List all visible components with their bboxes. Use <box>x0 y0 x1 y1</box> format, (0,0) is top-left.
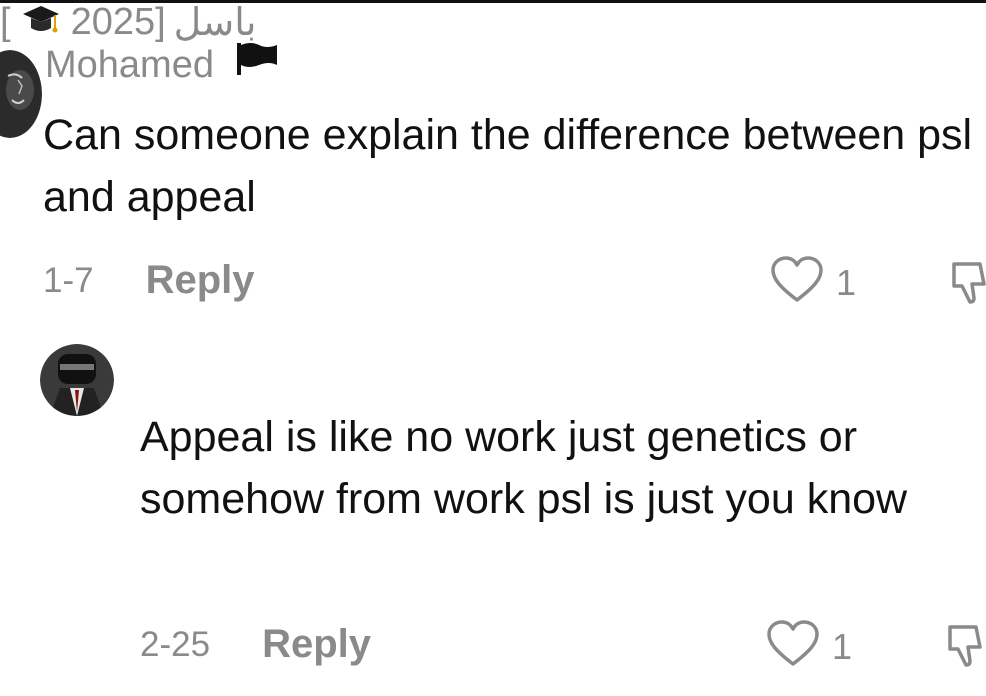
heart-outline-icon[interactable] <box>770 256 824 309</box>
avatar[interactable] <box>40 344 114 416</box>
avatar[interactable] <box>0 50 42 138</box>
username-tag-open: [ <box>0 0 11 43</box>
comment-meta: 2-25 Reply <box>140 622 371 667</box>
like-count: 1 <box>836 261 857 303</box>
reply-button[interactable]: Reply <box>146 258 255 303</box>
dislike-button[interactable] <box>946 621 982 674</box>
username-tag-year: 2025] <box>70 0 166 43</box>
reply-button[interactable]: Reply <box>262 622 371 667</box>
comment-text: Appeal is like no work just genetics or … <box>140 413 908 523</box>
thumbs-down-outline-icon[interactable] <box>946 625 982 673</box>
comment-username[interactable]: Mohamed <box>45 41 279 87</box>
comment-date: 1-7 <box>43 260 94 300</box>
black-flag-icon <box>235 41 279 87</box>
top-divider <box>0 0 986 3</box>
username-text[interactable]: Mohamed <box>45 44 214 86</box>
comment-username[interactable]: [ 2025] باسل <box>0 0 986 44</box>
comment-date: 2-25 <box>140 624 211 664</box>
dislike-button[interactable] <box>950 258 986 311</box>
thumbs-down-outline-icon[interactable] <box>950 262 986 310</box>
graduation-cap-icon <box>21 2 61 43</box>
like-button[interactable]: 1 <box>770 256 856 309</box>
comment-text: Can someone explain the difference betwe… <box>43 111 973 221</box>
comment-meta: 1-7 Reply <box>43 258 255 303</box>
like-count: 1 <box>832 625 853 667</box>
heart-outline-icon[interactable] <box>766 620 820 673</box>
like-button[interactable]: 1 <box>766 620 852 673</box>
username-text[interactable]: باسل <box>174 0 257 44</box>
